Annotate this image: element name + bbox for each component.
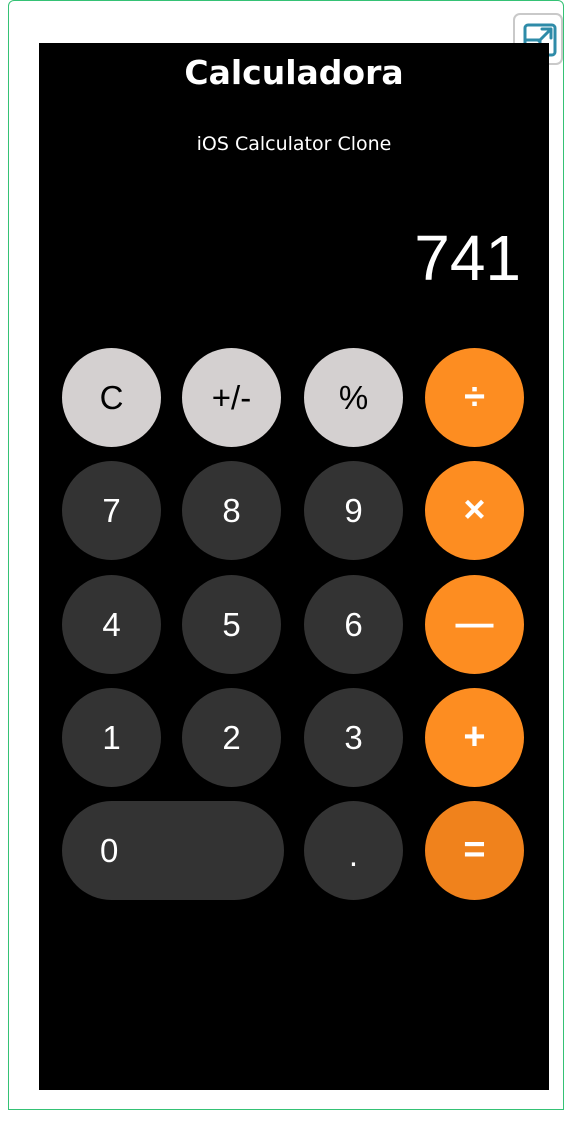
divide-button[interactable]: ÷ [425, 348, 524, 447]
digit-0-button[interactable]: 0 [62, 801, 284, 900]
digit-9-button[interactable]: 9 [304, 461, 403, 560]
add-button[interactable]: + [425, 688, 524, 787]
calculator: Calculadora iOS Calculator Clone 741 C +… [39, 43, 549, 1090]
digit-4-button[interactable]: 4 [62, 575, 161, 674]
digit-7-button[interactable]: 7 [62, 461, 161, 560]
equals-button[interactable]: = [425, 801, 524, 900]
digit-3-button[interactable]: 3 [304, 688, 403, 787]
app-title: Calculadora [184, 53, 404, 92]
percent-button[interactable]: % [304, 348, 403, 447]
app-subtitle: iOS Calculator Clone [196, 133, 392, 155]
digit-1-button[interactable]: 1 [62, 688, 161, 787]
digit-5-button[interactable]: 5 [182, 575, 281, 674]
clear-button[interactable]: C [62, 348, 161, 447]
subtract-button[interactable]: — [425, 575, 524, 674]
digit-8-button[interactable]: 8 [182, 461, 281, 560]
digit-2-button[interactable]: 2 [182, 688, 281, 787]
decimal-button[interactable]: . [304, 801, 403, 900]
result-display: 741 [414, 222, 521, 294]
sign-toggle-button[interactable]: +/- [182, 348, 281, 447]
digit-6-button[interactable]: 6 [304, 575, 403, 674]
multiply-button[interactable]: × [425, 461, 524, 560]
